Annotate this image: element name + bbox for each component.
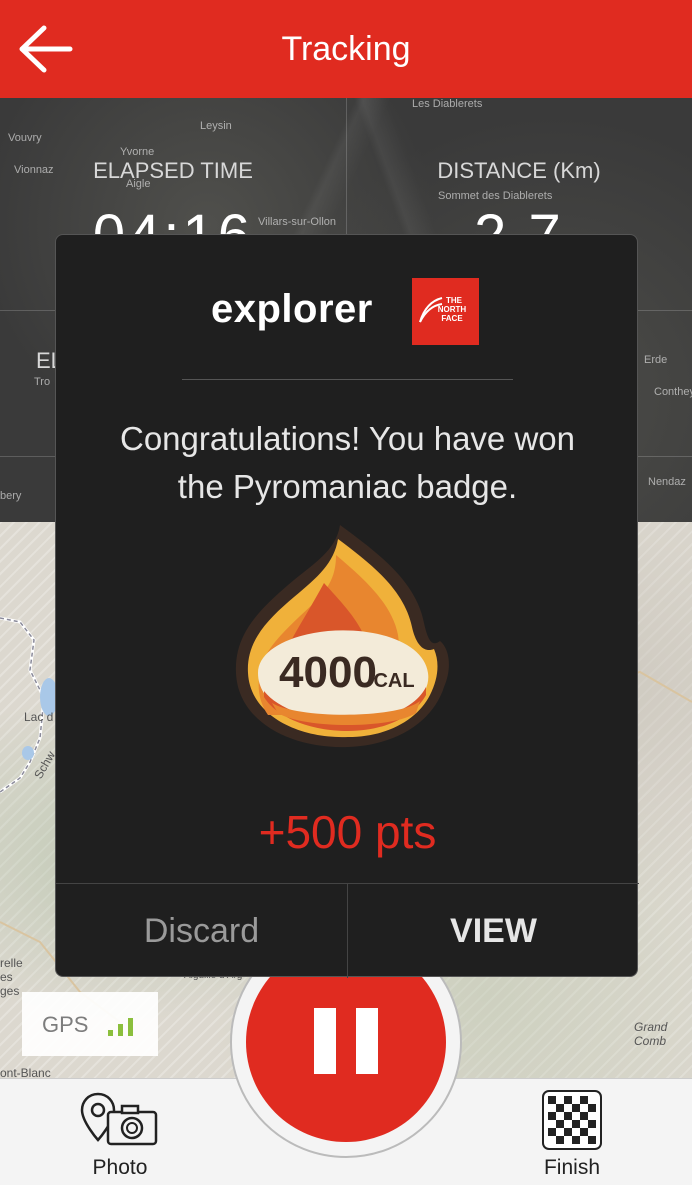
- finish-label: Finish: [543, 1156, 601, 1179]
- svg-text:NORTH: NORTH: [438, 305, 467, 314]
- discard-button[interactable]: Discard: [56, 884, 347, 978]
- divider: [182, 379, 513, 380]
- elapsed-time-label: ELAPSED TIME: [93, 158, 253, 183]
- map-label: es: [0, 970, 13, 984]
- congrats-line-2: the Pyromaniac badge.: [177, 468, 518, 505]
- signal-icon: [108, 1012, 158, 1036]
- map-label: Yvorne: [120, 146, 155, 158]
- svg-text:FACE: FACE: [441, 314, 463, 323]
- map-label: Erde: [644, 354, 668, 366]
- map-label: Nendaz: [648, 476, 686, 488]
- back-button[interactable]: [14, 22, 78, 76]
- brand-name: explorer: [211, 287, 373, 331]
- signal-bar: [118, 1024, 123, 1036]
- map-label: Tro: [34, 376, 51, 388]
- svg-text:THE: THE: [446, 296, 463, 305]
- view-button[interactable]: VIEW: [348, 884, 639, 978]
- finish-button[interactable]: Finish: [522, 1090, 622, 1182]
- photo-button[interactable]: Photo: [70, 1090, 170, 1182]
- map-label: Sommet des Diablerets: [438, 190, 553, 202]
- pause-icon: [314, 1008, 336, 1074]
- congrats-message: Congratulations! You have won the Pyroma…: [66, 415, 629, 511]
- congrats-line-1: Congratulations! You have won: [119, 420, 575, 457]
- gps-label: GPS: [42, 1012, 89, 1037]
- badge-unit: CAL: [373, 670, 414, 692]
- signal-bar: [128, 1018, 133, 1036]
- north-face-logo: THE NORTH FACE: [412, 278, 479, 345]
- pyromaniac-badge-icon: 4000 CAL: [235, 525, 449, 748]
- map-label: Leysin: [200, 120, 232, 132]
- arrow-left-icon: [19, 25, 73, 73]
- distance-label: DISTANCE (Km): [437, 158, 601, 183]
- map-label: ont-Blanc: [0, 1066, 51, 1078]
- badge-number: 4000: [279, 648, 377, 697]
- map-label: Grand Comb: [634, 1020, 668, 1048]
- checkered-flag-icon: [542, 1090, 602, 1150]
- photo-label: Photo: [92, 1156, 148, 1179]
- points-awarded: +500 pts: [258, 806, 437, 858]
- pause-icon: [356, 1008, 378, 1074]
- lake: [22, 746, 34, 760]
- map-label: ges: [0, 984, 20, 998]
- gps-indicator: GPS: [22, 992, 158, 1056]
- map-label: Conthey: [654, 386, 692, 398]
- map-label: Les Diablerets: [412, 98, 483, 110]
- map-label: bery: [0, 490, 22, 502]
- app-header: Tracking: [0, 0, 692, 98]
- map-label: Lac d: [24, 710, 54, 724]
- page-title: Tracking: [281, 30, 411, 68]
- map-label: relle: [0, 956, 23, 970]
- map-label: Vouvry: [8, 132, 42, 144]
- badge-dialog: explorer THE NORTH FACE Congratulations!…: [55, 234, 639, 978]
- camera-pin-icon: [80, 1092, 158, 1146]
- signal-bar: [108, 1030, 113, 1036]
